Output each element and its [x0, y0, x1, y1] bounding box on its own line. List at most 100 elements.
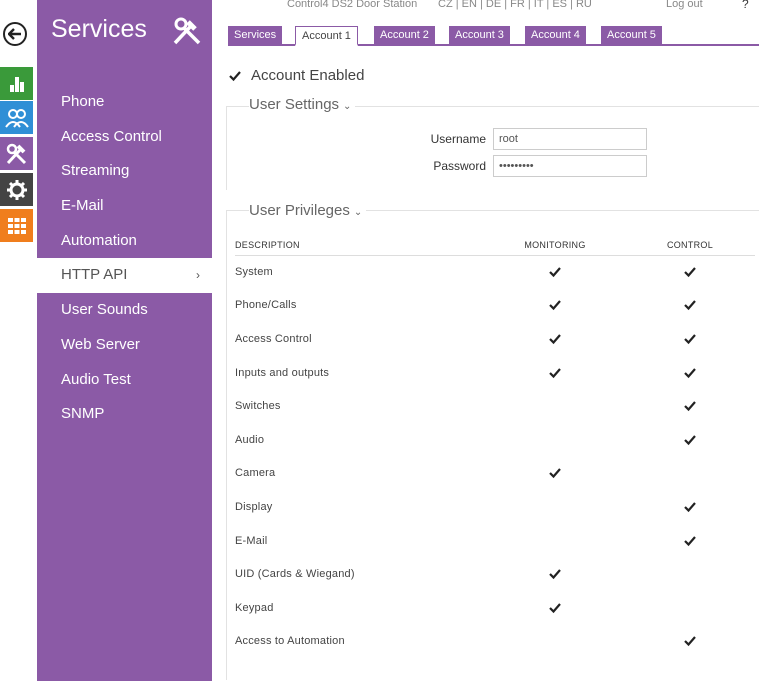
- control-checkbox[interactable]: [683, 298, 697, 312]
- sidebar-item-phone[interactable]: Phone: [37, 85, 212, 120]
- password-field[interactable]: •••••••••: [493, 155, 647, 177]
- user-privileges-title[interactable]: User Privileges ⌄: [249, 202, 367, 219]
- control-checkbox[interactable]: [683, 332, 697, 346]
- privilege-label: UID (Cards & Wiegand): [235, 568, 355, 581]
- user-settings-title[interactable]: User Settings ⌄: [249, 96, 356, 113]
- monitoring-checkbox[interactable]: [548, 567, 562, 581]
- table-header-row: DESCRIPTION MONITORING CONTROL: [235, 235, 755, 256]
- control-cell: [625, 457, 755, 491]
- monitoring-checkbox[interactable]: [548, 332, 562, 346]
- icon-rail: [0, 0, 37, 681]
- privilege-label: Display: [235, 500, 273, 513]
- account-enabled-label: Account Enabled: [251, 67, 365, 84]
- control-checkbox[interactable]: [683, 265, 697, 279]
- table-row: System: [235, 255, 755, 289]
- monitoring-cell: [485, 625, 625, 659]
- tab-account-2[interactable]: Account 2: [374, 26, 435, 44]
- table-row: UID (Cards & Wiegand): [235, 557, 755, 591]
- column-header-monitoring: MONITORING: [485, 235, 625, 256]
- monitoring-cell: [485, 356, 625, 390]
- control-cell: [625, 524, 755, 558]
- monitoring-checkbox[interactable]: [548, 366, 562, 380]
- sidebar: Services Phone Access Control Streaming …: [37, 0, 212, 681]
- help-icon[interactable]: ?: [742, 0, 749, 11]
- language-selector[interactable]: CZ | EN | DE | FR | IT | ES | RU: [438, 0, 592, 10]
- monitoring-cell: [485, 524, 625, 558]
- column-header-control: CONTROL: [625, 235, 755, 256]
- status-icon[interactable]: [0, 67, 33, 100]
- sidebar-item-label: Access Control: [61, 127, 162, 145]
- hardware-icon[interactable]: [0, 173, 33, 206]
- privilege-label: Camera: [235, 467, 276, 480]
- monitoring-cell: [485, 557, 625, 591]
- monitoring-cell: [485, 490, 625, 524]
- services-icon[interactable]: [0, 137, 33, 170]
- device-name: Control4 DS2 Door Station: [287, 0, 418, 10]
- control-checkbox[interactable]: [683, 534, 697, 548]
- control-cell: [625, 322, 755, 356]
- system-icon[interactable]: [0, 209, 33, 242]
- privilege-label: Inputs and outputs: [235, 366, 330, 379]
- username-field[interactable]: root: [493, 128, 647, 150]
- sidebar-item-label: HTTP API: [61, 266, 128, 284]
- tab-bar: Services Account 1 Account 2 Account 3 A…: [228, 26, 759, 46]
- account-enabled-checkbox[interactable]: [228, 69, 242, 83]
- control-cell: [625, 591, 755, 625]
- sidebar-item-user-sounds[interactable]: User Sounds: [37, 293, 212, 328]
- chevron-right-icon: ›: [196, 268, 200, 283]
- sidebar-item-access-control[interactable]: Access Control: [37, 120, 212, 155]
- privileges-table: DESCRIPTION MONITORING CONTROL System Pho…: [235, 235, 755, 658]
- back-arrow-icon[interactable]: [3, 22, 27, 46]
- sidebar-item-label: Streaming: [61, 162, 130, 180]
- username-label: Username: [430, 132, 486, 146]
- monitoring-cell: [485, 423, 625, 457]
- sidebar-item-automation[interactable]: Automation: [37, 224, 212, 259]
- tab-account-3[interactable]: Account 3: [449, 26, 510, 44]
- control-cell: [625, 625, 755, 659]
- table-row: Inputs and outputs: [235, 356, 755, 390]
- control-checkbox[interactable]: [683, 433, 697, 447]
- control-cell: [625, 289, 755, 323]
- table-row: Display: [235, 490, 755, 524]
- table-row: Access to Automation: [235, 625, 755, 659]
- sidebar-item-label: E-Mail: [61, 197, 104, 215]
- sidebar-item-email[interactable]: E-Mail: [37, 189, 212, 224]
- sidebar-item-audio-test[interactable]: Audio Test: [37, 363, 212, 398]
- sidebar-item-snmp[interactable]: SNMP: [37, 397, 212, 432]
- privilege-label: System: [235, 266, 273, 279]
- sidebar-item-label: Web Server: [61, 335, 140, 353]
- monitoring-checkbox[interactable]: [548, 298, 562, 312]
- privilege-label: Keypad: [235, 601, 274, 614]
- control-checkbox[interactable]: [683, 500, 697, 514]
- monitoring-cell: [485, 255, 625, 289]
- monitoring-checkbox[interactable]: [548, 265, 562, 279]
- monitoring-cell: [485, 289, 625, 323]
- monitoring-checkbox[interactable]: [548, 466, 562, 480]
- account-enabled-row: Account Enabled: [228, 67, 364, 84]
- tab-account-1[interactable]: Account 1: [295, 26, 358, 46]
- logout-link[interactable]: Log out: [666, 0, 703, 10]
- monitoring-cell: [485, 389, 625, 423]
- sidebar-item-http-api[interactable]: HTTP API ›: [37, 258, 212, 294]
- privilege-label: Phone/Calls: [235, 299, 297, 312]
- tools-icon: [171, 16, 203, 46]
- table-row: Keypad: [235, 591, 755, 625]
- control-checkbox[interactable]: [683, 634, 697, 648]
- sidebar-item-web-server[interactable]: Web Server: [37, 328, 212, 363]
- user-privileges-title-text: User Privileges: [249, 202, 350, 219]
- control-checkbox[interactable]: [683, 366, 697, 380]
- sidebar-item-streaming[interactable]: Streaming: [37, 154, 212, 189]
- user-settings-title-text: User Settings: [249, 96, 340, 113]
- sidebar-item-label: Audio Test: [61, 370, 131, 388]
- tab-account-4[interactable]: Account 4: [525, 26, 586, 44]
- privilege-label: E-Mail: [235, 534, 268, 547]
- table-row: Camera: [235, 457, 755, 491]
- password-label: Password: [433, 159, 486, 173]
- control-cell: [625, 255, 755, 289]
- control-checkbox[interactable]: [683, 399, 697, 413]
- tab-services[interactable]: Services: [228, 26, 283, 44]
- tab-account-5[interactable]: Account 5: [601, 26, 662, 44]
- directory-icon[interactable]: [0, 101, 33, 134]
- privilege-label: Access Control: [235, 332, 312, 345]
- monitoring-checkbox[interactable]: [548, 601, 562, 615]
